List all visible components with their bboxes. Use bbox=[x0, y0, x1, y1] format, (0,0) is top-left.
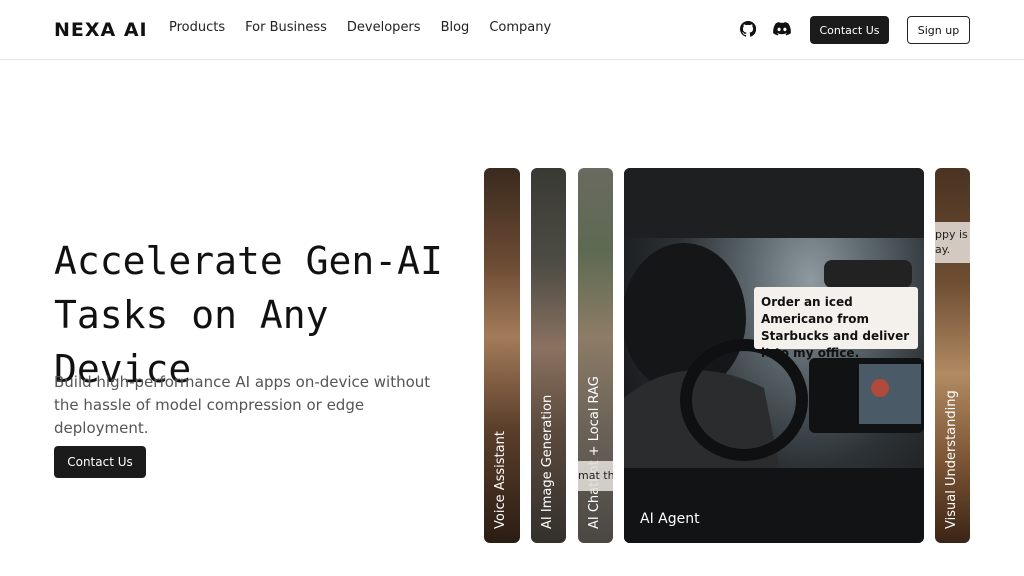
sign-up-button[interactable]: Sign up bbox=[907, 16, 970, 44]
top-navbar: NEXA AI Products For Business Developers… bbox=[0, 0, 1024, 60]
github-icon[interactable] bbox=[739, 20, 757, 38]
hero-contact-button[interactable]: Contact Us bbox=[54, 446, 146, 478]
card-label-image-generation: AI Image Generation bbox=[539, 394, 555, 529]
card-visual-text-fragment: ppy is ay. bbox=[935, 222, 970, 263]
card-label-visual-understanding: Visual Understanding bbox=[943, 390, 959, 529]
hero-title-line-1: Accelerate Gen-AI bbox=[54, 239, 443, 283]
nav-products[interactable]: Products bbox=[169, 19, 225, 37]
card-image-generation[interactable]: AI Image Generation bbox=[531, 168, 566, 543]
nav-blog[interactable]: Blog bbox=[441, 19, 470, 37]
card-label-ai-agent: AI Agent bbox=[640, 511, 700, 527]
agent-chat-bubble: Order an iced Americano from Starbucks a… bbox=[754, 287, 918, 360]
nav-for-business[interactable]: For Business bbox=[245, 19, 327, 37]
nav-company[interactable]: Company bbox=[489, 19, 551, 37]
header-contact-button[interactable]: Contact Us bbox=[810, 16, 889, 44]
nexa-logo[interactable]: NEXA AI bbox=[54, 19, 148, 41]
card-voice-assistant[interactable]: Voice Assistant bbox=[484, 168, 520, 543]
discord-icon[interactable] bbox=[773, 20, 791, 38]
main-nav: Products For Business Developers Blog Co… bbox=[169, 19, 571, 37]
card-label-chatbot-rag: AI Chatbot + Local RAG bbox=[586, 376, 602, 529]
card-rag-text-fragment: mat th bbox=[578, 461, 613, 491]
nav-developers[interactable]: Developers bbox=[347, 19, 421, 37]
hero-subtitle: Build high-performance AI apps on-device… bbox=[54, 373, 431, 437]
card-label-voice-assistant: Voice Assistant bbox=[493, 431, 508, 529]
